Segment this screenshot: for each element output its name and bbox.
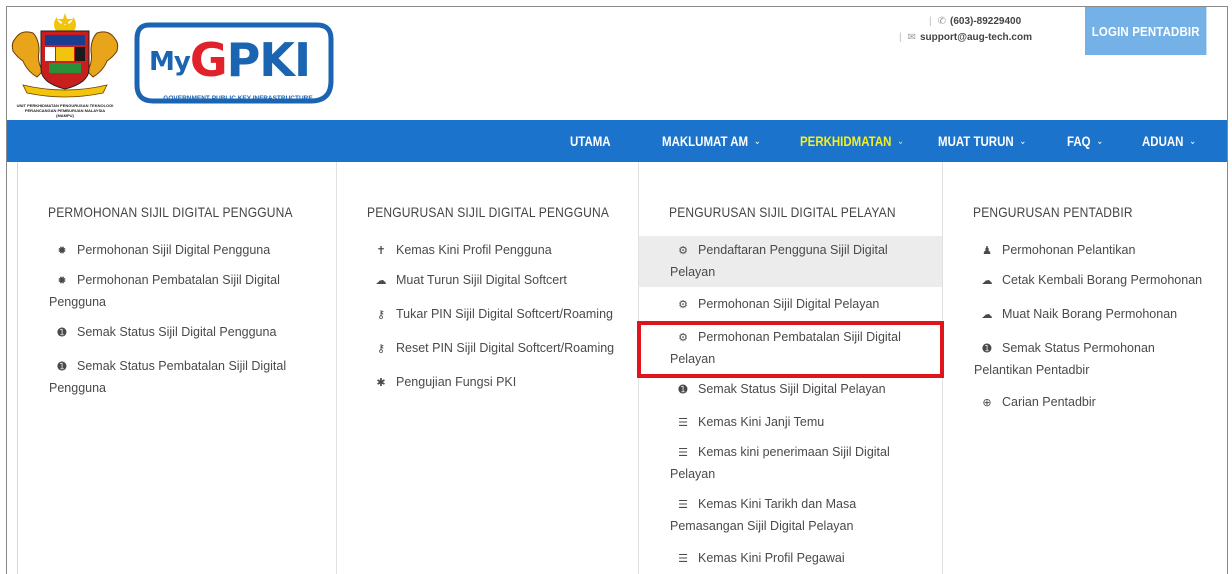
menu-column-pengurusan-pentadbir: PENGURUSAN PENTADBIR ♟ Permohonan Pelanti… [943, 162, 1227, 574]
asterisk-icon: ✱ [376, 377, 386, 389]
envelope-icon: ✉ [907, 31, 916, 43]
nav-maklumat-am[interactable]: MAKLUMAT AM ⌄ [662, 120, 761, 162]
contact-info: | ✆ (603)-89229400 | ✉ support@aug-tech.… [899, 15, 1032, 43]
menu-item-semak-status-pembatalan-pengguna[interactable]: ➊ Semak Status Pembatalan Sijil Digital P… [28, 356, 328, 399]
browser-viewport: UNIT PERKHIDMATAN PENGURUSAN TEKNOLOGI P… [6, 6, 1228, 574]
chevron-down-icon: ⌄ [753, 135, 761, 147]
search-plus-icon: ⊕ [982, 397, 992, 409]
crest-caption-line: (MAMPU) [56, 113, 74, 118]
user-icon: ♟ [982, 245, 992, 257]
malaysia-coat-of-arms: UNIT PERKHIDMATAN PENGURUSAN TEKNOLOGI P… [9, 11, 121, 118]
phone-number[interactable]: (603)-89229400 [950, 16, 1021, 27]
cloud-upload-icon: ☁ [981, 309, 993, 321]
menu-item-muat-naik-borang[interactable]: ☁ Muat Naik Borang Permohonan [953, 304, 1222, 326]
list-icon: ☰ [678, 499, 688, 511]
menu-item-permohonan-pembatalan-pengguna[interactable]: ✹ Permohonan Pembatalan Sijil Digital Pen… [28, 270, 328, 313]
info-icon: ➊ [678, 384, 688, 396]
menu-item-reset-pin[interactable]: ⚷ Reset PIN Sijil Digital Softcert/Roamin… [347, 338, 630, 360]
chevron-down-icon: ⌄ [1019, 135, 1027, 147]
chevron-down-icon: ⌄ [897, 135, 905, 147]
info-icon: ➊ [57, 327, 67, 339]
mygpki-logo[interactable]: MyGPKI GOVERNMENT PUBLIC KEY INFRASTRUCT… [131, 19, 339, 111]
menu-column-title: PERMOHONAN SIJIL DIGITAL PENGGUNA [48, 204, 293, 220]
menu-item-permohonan-sijil-digital-pengguna[interactable]: ✹ Permohonan Sijil Digital Pengguna [28, 240, 328, 262]
gear-icon: ✹ [57, 275, 67, 287]
logo-wordmark: MyGPKI [149, 33, 311, 87]
menu-item-permohonan-pelantikan[interactable]: ♟ Permohonan Pelantikan [953, 240, 1222, 262]
info-icon: ➊ [57, 361, 67, 373]
phone-icon: ✆ [937, 15, 946, 27]
nav-utama[interactable]: UTAMA [570, 120, 611, 162]
menu-item-kemas-kini-tarikh-masa[interactable]: ☰ Kemas Kini Tarikh dan Masa Pemasangan S… [649, 494, 934, 537]
nav-aduan[interactable]: ADUAN ⌄ [1142, 120, 1196, 162]
menu-item-kemas-kini-janji-temu[interactable]: ☰ Kemas Kini Janji Temu [649, 412, 934, 434]
site-header: UNIT PERKHIDMATAN PENGURUSAN TEKNOLOGI P… [7, 7, 1227, 120]
list-icon: ☰ [678, 553, 688, 565]
main-navbar: UTAMA MAKLUMAT AM ⌄ PERKHIDMATAN ⌄ MUAT TU… [7, 120, 1227, 162]
login-pentadbir-button[interactable]: LOGIN PENTADBIR [1085, 7, 1207, 55]
nav-muat-turun[interactable]: MUAT TURUN ⌄ [938, 120, 1026, 162]
server-icon: ⚙ [678, 299, 688, 311]
menu-item-permohonan-sijil-pelayan[interactable]: ⚙ Permohonan Sijil Digital Pelayan [649, 294, 934, 316]
support-email[interactable]: support@aug-tech.com [920, 32, 1032, 43]
menu-column-title: PENGURUSAN SIJIL DIGITAL PELAYAN [669, 204, 896, 220]
menu-item-permohonan-pembatalan-pelayan[interactable]: ⚙ Permohonan Pembatalan Sijil Digital Pel… [637, 321, 944, 378]
nav-perkhidmatan[interactable]: PERKHIDMATAN ⌄ [800, 120, 904, 162]
menu-item-semak-status-pengguna[interactable]: ➊ Semak Status Sijil Digital Pengguna [28, 322, 328, 344]
menu-column-pengurusan-pelayan: PENGURUSAN SIJIL DIGITAL PELAYAN ⚙ Pendaf… [637, 162, 944, 574]
menu-item-muat-turun-softcert[interactable]: ☁ Muat Turun Sijil Digital Softcert [347, 270, 630, 292]
menu-item-kemas-kini-profil-pengguna[interactable]: ✝ Kemas Kini Profil Pengguna [347, 240, 630, 262]
list-icon: ☰ [678, 447, 688, 459]
key-icon: ⚷ [376, 343, 386, 355]
menu-column-permohonan-pengguna: PERMOHONAN SIJIL DIGITAL PENGGUNA ✹ Permo… [18, 162, 337, 574]
menu-item-pengujian-fungsi-pki[interactable]: ✱ Pengujian Fungsi PKI [347, 372, 630, 394]
key-icon: ⚷ [376, 309, 386, 321]
menu-column-pengurusan-pengguna: PENGURUSAN SIJIL DIGITAL PENGGUNA ✝ Kemas… [337, 162, 639, 574]
menu-item-pendaftaran-pengguna-pelayan[interactable]: ⚙ Pendaftaran Pengguna Sijil Digital Pela… [639, 236, 942, 287]
menu-item-semak-status-pelantikan[interactable]: ➊ Semak Status Permohonan Pelantikan Pent… [953, 338, 1222, 381]
menu-item-semak-status-pelayan[interactable]: ➊ Semak Status Sijil Digital Pelayan [649, 379, 934, 401]
user-tie-icon: ✝ [376, 245, 386, 257]
cloud-download-icon: ☁ [375, 275, 387, 287]
menu-column-title: PENGURUSAN PENTADBIR [973, 204, 1133, 220]
nav-faq[interactable]: FAQ ⌄ [1067, 120, 1103, 162]
menu-item-cetak-kembali-borang[interactable]: ☁ Cetak Kembali Borang Permohonan [953, 270, 1222, 292]
chevron-down-icon: ⌄ [1096, 135, 1104, 147]
info-icon: ➊ [982, 343, 992, 355]
menu-item-carian-pentadbir[interactable]: ⊕ Carian Pentadbir [953, 392, 1222, 414]
cloud-upload-icon: ☁ [981, 275, 993, 287]
list-icon: ☰ [678, 417, 688, 429]
logo-tagline: GOVERNMENT PUBLIC KEY INFRASTRUCTURE [163, 95, 313, 102]
server-icon: ⚙ [678, 245, 688, 257]
server-icon: ⚙ [678, 332, 688, 344]
menu-column-title: PENGURUSAN SIJIL DIGITAL PENGGUNA [367, 204, 610, 220]
chevron-down-icon: ⌄ [1189, 135, 1197, 147]
menu-item-kemas-kini-profil-pegawai[interactable]: ☰ Kemas Kini Profil Pegawai [649, 548, 934, 570]
menu-item-tukar-pin[interactable]: ⚷ Tukar PIN Sijil Digital Softcert/Roamin… [347, 304, 630, 326]
gear-icon: ✹ [57, 245, 67, 257]
coat-of-arms-icon [11, 13, 119, 98]
menu-item-kemas-kini-penerimaan[interactable]: ☰ Kemas kini penerimaan Sijil Digital Pel… [649, 442, 934, 485]
perkhidmatan-dropdown-menu: PERMOHONAN SIJIL DIGITAL PENGGUNA ✹ Permo… [17, 162, 1227, 574]
